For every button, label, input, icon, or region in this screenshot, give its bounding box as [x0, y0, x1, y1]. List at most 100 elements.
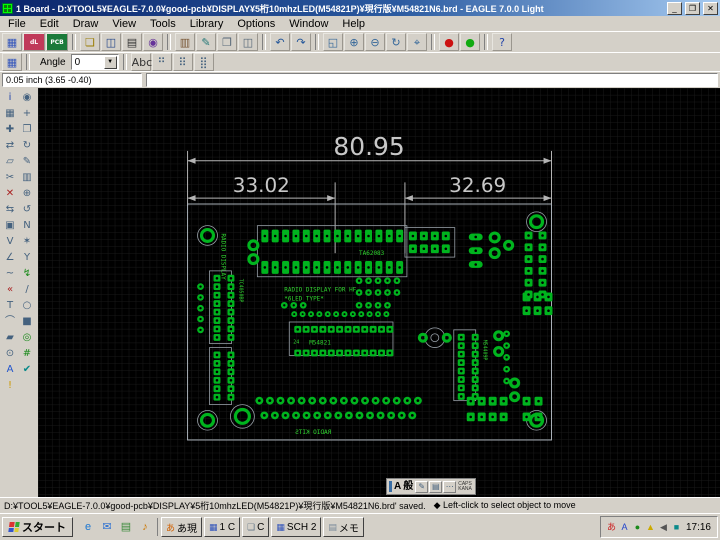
optimize-tool[interactable]: ~ [2, 266, 18, 281]
arc-tool[interactable]: ⌒ [2, 314, 18, 329]
ime-pad-button[interactable]: ▤ [429, 480, 443, 493]
display-tool[interactable]: ▦ [2, 106, 18, 121]
grid-button[interactable]: ▦ [2, 53, 22, 71]
miter-tool[interactable]: ∠ [2, 250, 18, 265]
load-library-button[interactable]: ▥ [175, 33, 195, 51]
pattern-coarse-button[interactable]: ⠛ [151, 53, 172, 71]
drc-tool[interactable]: ✔ [19, 362, 35, 377]
replace-tool[interactable]: ↺ [19, 202, 35, 217]
circle-tool[interactable]: ○ [19, 298, 35, 313]
window-tile-button[interactable]: ◫ [238, 33, 258, 51]
zoom-select-button[interactable]: ⌖ [407, 33, 427, 51]
add-tool[interactable]: ⊕ [19, 186, 35, 201]
split-tool[interactable]: Y [19, 250, 35, 265]
menu-options[interactable]: Options [230, 18, 282, 30]
menu-help[interactable]: Help [335, 18, 372, 30]
command-input[interactable] [147, 74, 717, 86]
task-explorer-1[interactable]: ▦ 1 C [204, 517, 241, 537]
wire-tool[interactable]: / [19, 282, 35, 297]
menu-file[interactable]: File [1, 18, 33, 30]
redo-button[interactable]: ↷ [291, 33, 311, 51]
pattern-fine-button[interactable]: ⣿ [193, 53, 214, 71]
via-tool[interactable]: ◎ [19, 330, 35, 345]
rect-tool[interactable]: ■ [19, 314, 35, 329]
kana-indicator[interactable]: KANA [458, 486, 472, 492]
print-button[interactable]: ▤ [122, 33, 142, 51]
quick-launch-desktop[interactable]: ▤ [117, 518, 135, 536]
angle-select[interactable]: 0 ▼ [70, 54, 119, 70]
quick-launch-media[interactable]: ♪ [136, 518, 154, 536]
rotate-tool[interactable]: ↻ [19, 138, 35, 153]
group-tool[interactable]: ▱ [2, 154, 18, 169]
tray-update[interactable]: ▲ [644, 520, 657, 534]
menu-draw[interactable]: Draw [66, 18, 106, 30]
quick-launch-mail[interactable]: ✉ [98, 518, 116, 536]
info-tool[interactable]: i [2, 90, 18, 105]
open-button[interactable]: ❏ [80, 33, 100, 51]
save-button[interactable]: ◫ [101, 33, 121, 51]
mark-tool[interactable]: + [19, 106, 35, 121]
close-button[interactable]: ✕ [703, 1, 718, 15]
menu-view[interactable]: View [105, 18, 143, 30]
menu-window[interactable]: Window [282, 18, 335, 30]
task-explorer-2[interactable]: ❏ C [242, 517, 270, 537]
zoom-out-button[interactable]: ⊖ [365, 33, 385, 51]
ime-pen-button[interactable]: ✎ [415, 480, 429, 493]
autorouter-tool[interactable]: A [2, 362, 18, 377]
tray-antivirus[interactable]: ● [631, 520, 644, 534]
pcb-drawing[interactable]: 80.95 33.02 32.69 RADIO DISPLAY TA62083 … [38, 88, 720, 497]
design-link-button[interactable]: dL [23, 33, 45, 51]
tray-volume[interactable]: ◀ [657, 520, 670, 534]
mirror-tool[interactable]: ⇄ [2, 138, 18, 153]
cut-tool[interactable]: ✂ [2, 170, 18, 185]
zoom-in-button[interactable]: ⊕ [344, 33, 364, 51]
maximize-button[interactable]: ❐ [685, 1, 700, 15]
task-schematic[interactable]: ▦ SCH 2 [271, 517, 322, 537]
zoom-redraw-button[interactable]: ↻ [386, 33, 406, 51]
pcb-quote-button[interactable]: PCB [46, 33, 68, 51]
undo-button[interactable]: ↶ [270, 33, 290, 51]
ime-mode-letter[interactable]: A [394, 480, 401, 493]
tray-input-a[interactable]: A [618, 520, 631, 534]
menu-edit[interactable]: Edit [33, 18, 66, 30]
text-tool[interactable]: T [2, 298, 18, 313]
zoom-fit-button[interactable]: ◱ [323, 33, 343, 51]
copy-tool[interactable]: ❐ [19, 122, 35, 137]
pattern-medium-button[interactable]: ⠿ [172, 53, 193, 71]
cam-processor-button[interactable]: ◉ [143, 33, 163, 51]
smash-tool[interactable]: ✶ [19, 234, 35, 249]
start-button[interactable]: スタート [2, 517, 73, 537]
ime-toolbar[interactable]: A 般 ✎ ▤ ⋯ CAPS KANA [386, 478, 476, 495]
ime-mode-kanji[interactable]: 般 [403, 480, 413, 493]
pinswap-tool[interactable]: ⇆ [2, 202, 18, 217]
minimize-button[interactable]: _ [667, 1, 682, 15]
help-button[interactable]: ? [492, 33, 512, 51]
stop-button[interactable]: ● [439, 33, 459, 51]
quick-launch-ie[interactable]: e [79, 518, 97, 536]
board-canvas[interactable]: 80.95 33.02 32.69 RADIO DISPLAY TA62083 … [38, 88, 720, 497]
route-tool[interactable]: ↯ [19, 266, 35, 281]
name-tool[interactable]: N [19, 218, 35, 233]
board-manager-button[interactable]: ▦ [2, 33, 22, 51]
tray-ime[interactable]: あ [605, 520, 618, 534]
delete-tool[interactable]: ✕ [2, 186, 18, 201]
abc-button[interactable]: Abc [130, 53, 152, 71]
task-ime-pad[interactable]: ああ現 [161, 517, 203, 537]
change-tool[interactable]: ✎ [19, 154, 35, 169]
ime-menu-button[interactable]: ⋯ [443, 480, 457, 493]
run-script-button[interactable]: ✎ [196, 33, 216, 51]
value-tool[interactable]: V [2, 234, 18, 249]
polygon-tool[interactable]: ▰ [2, 330, 18, 345]
menu-library[interactable]: Library [183, 18, 231, 30]
show-tool[interactable]: ◉ [19, 90, 35, 105]
task-notepad[interactable]: ▤ メモ [323, 517, 364, 537]
move-tool[interactable]: ✚ [2, 122, 18, 137]
ripup-tool[interactable]: « [2, 282, 18, 297]
go-button[interactable]: ● [460, 33, 480, 51]
ratsnest-tool[interactable]: # [19, 346, 35, 361]
hole-tool[interactable]: ⊙ [2, 346, 18, 361]
errors-tool[interactable]: ! [2, 378, 18, 393]
menu-tools[interactable]: Tools [143, 18, 183, 30]
tray-network[interactable]: ■ [670, 520, 683, 534]
paste-tool[interactable]: ▥ [19, 170, 35, 185]
